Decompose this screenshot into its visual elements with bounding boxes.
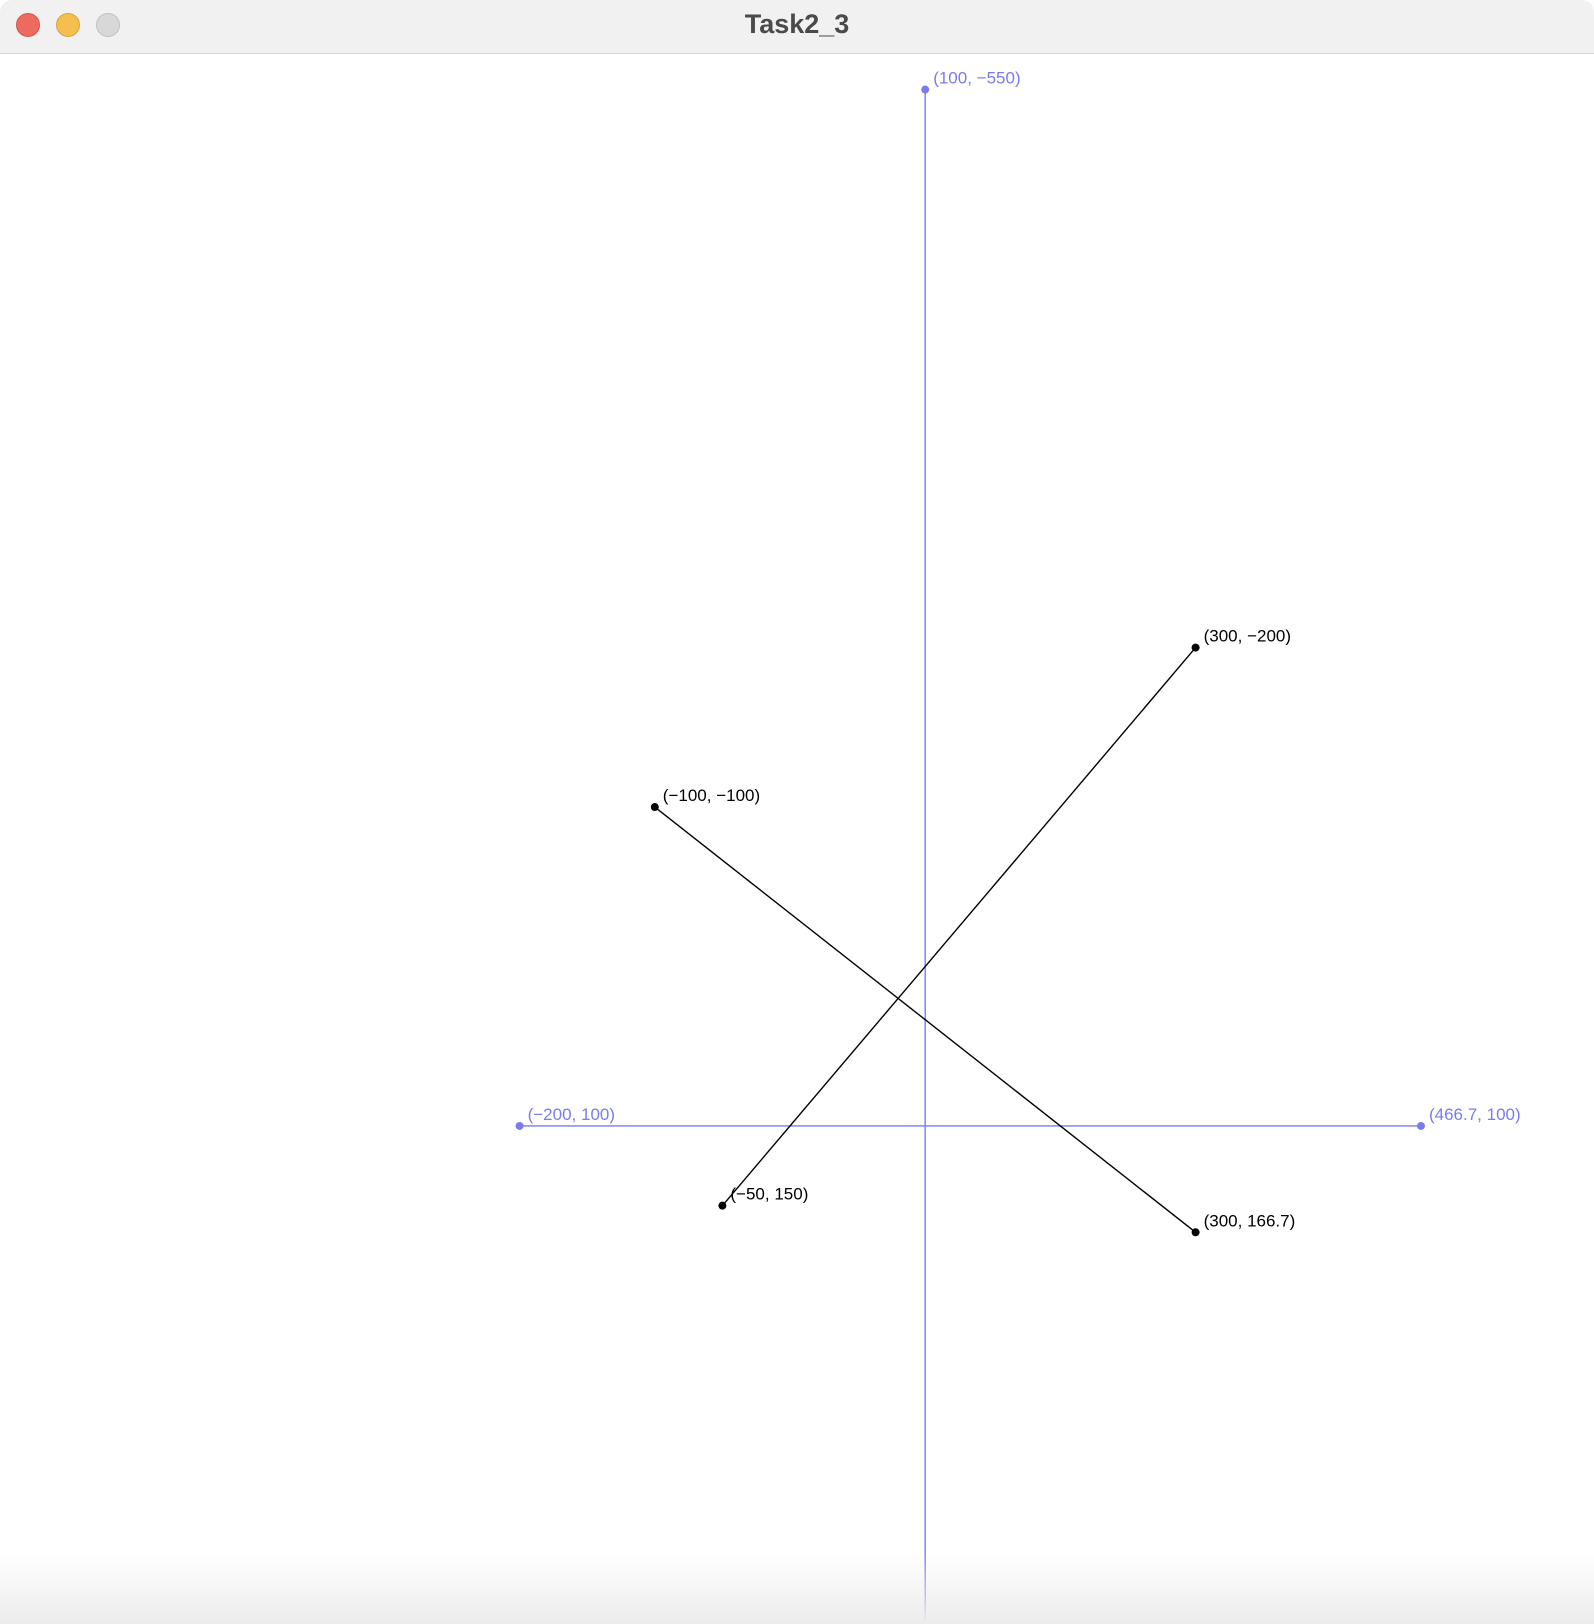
axis-horizontal-end-label: (466.7, 100) [1429,1105,1521,1124]
segment-b-end-point [718,1201,727,1210]
app-window: Task2_3 (100, −550) (−200, 100) (466.7, 10… [0,0,1594,1624]
segment-b-line [721,647,1197,1207]
axis-horizontal-start-point [515,1121,524,1130]
window-title: Task2_3 [744,9,850,39]
drawing-canvas: (100, −550) (−200, 100) (466.7, 100) (−100,… [0,54,1594,1624]
title-bar[interactable]: Task2_3 [0,0,1594,54]
axis-horizontal-end-point [1416,1121,1425,1130]
geometry-plot: (100, −550) (−200, 100) (466.7, 100) (−100,… [515,69,1521,1624]
segment-a-end-label: (300, 166.7) [1204,1211,1296,1230]
segment-b-start-label: (300, −200) [1204,627,1291,646]
axis-vertical-start-label: (100, −550) [933,69,1020,88]
segment-b-end-label: (−50, 150) [730,1185,808,1204]
segment-a-start-label: (−100, −100) [663,786,760,805]
axis-vertical-start-point [921,85,930,94]
segment-a-start-point [650,803,659,812]
segment-a-end-point [1191,1228,1200,1237]
axis-horizontal-start-label: (−200, 100) [528,1105,615,1124]
segment-b-start-point [1191,643,1200,652]
